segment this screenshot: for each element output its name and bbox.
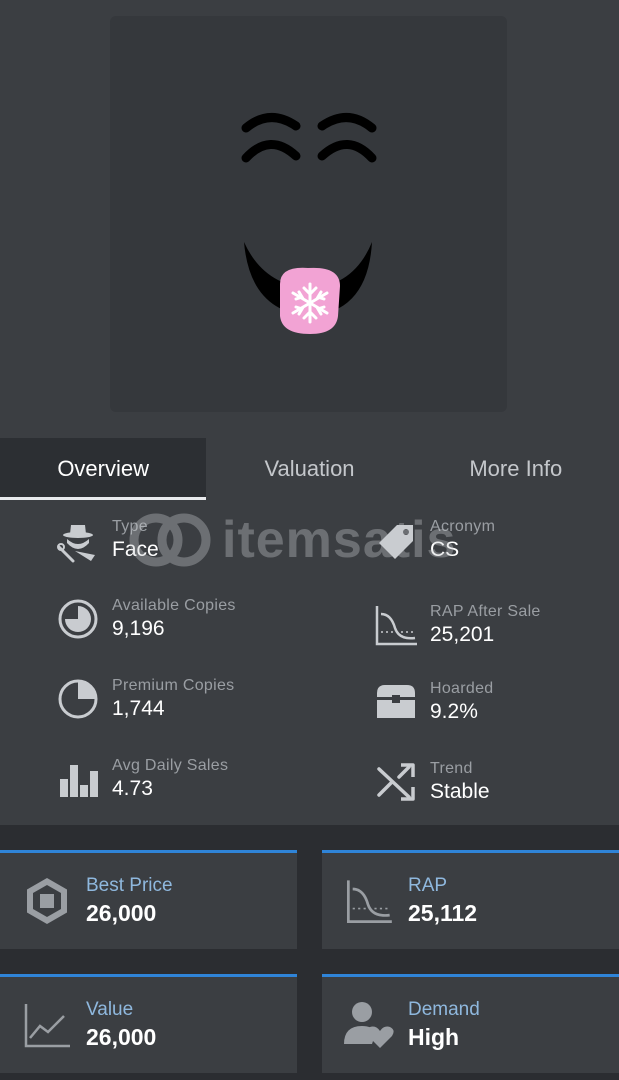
rap-value: 25,112 xyxy=(408,900,478,926)
acronym-label: Acronym xyxy=(430,518,496,535)
card-best-price: Best Price 26,000 xyxy=(0,850,297,949)
premium-copies-value: 1,744 xyxy=(112,697,165,720)
trend-value: Stable xyxy=(430,780,490,803)
stat-avg-daily-sales: Avg Daily Sales 4.73 xyxy=(54,755,228,803)
value-label: Value xyxy=(86,999,134,1020)
item-thumbnail xyxy=(110,16,507,412)
overview-stats: Type Face Acronym CS Available Copies 9,… xyxy=(0,500,619,825)
card-value: Value 26,000 xyxy=(0,974,297,1073)
hoarded-value: 9.2% xyxy=(430,700,478,723)
rap-curve-icon xyxy=(342,874,396,928)
tab-bar: Overview Valuation More Info xyxy=(0,438,619,500)
stat-acronym: Acronym CS xyxy=(372,516,495,564)
demand-value: High xyxy=(408,1024,460,1050)
tab-valuation[interactable]: Valuation xyxy=(206,438,412,500)
trend-label: Trend xyxy=(430,760,473,777)
item-page: Overview Valuation More Info Type Face A… xyxy=(0,0,619,1080)
summary-cards: Best Price 26,000 RAP 25,112 Value 26,00… xyxy=(0,825,619,1080)
tag-icon xyxy=(372,516,420,564)
pie-chart-icon xyxy=(54,595,102,643)
line-graph-icon xyxy=(20,998,74,1052)
stat-type: Type Face xyxy=(54,516,159,564)
robux-icon xyxy=(20,874,74,928)
rap-after-sale-label: RAP After Sale xyxy=(430,603,541,620)
best-price-value: 26,000 xyxy=(86,900,157,926)
user-heart-icon xyxy=(342,998,396,1052)
value-value: 26,000 xyxy=(86,1024,157,1050)
tab-more-info[interactable]: More Info xyxy=(413,438,619,500)
type-value: Face xyxy=(112,538,159,561)
bar-chart-icon xyxy=(54,755,102,803)
avg-daily-sales-label: Avg Daily Sales xyxy=(112,757,229,774)
shuffle-icon xyxy=(372,758,420,806)
rap-curve-icon xyxy=(372,601,420,649)
stat-hoarded: Hoarded 9.2% xyxy=(372,678,493,726)
stat-rap-after-sale: RAP After Sale 25,201 xyxy=(372,601,541,649)
card-demand: Demand High xyxy=(322,974,619,1073)
demand-label: Demand xyxy=(408,999,480,1020)
stat-trend: Trend Stable xyxy=(372,758,490,806)
hoarded-label: Hoarded xyxy=(430,680,494,697)
avg-daily-sales-value: 4.73 xyxy=(112,777,153,800)
tab-overview[interactable]: Overview xyxy=(0,438,207,500)
chest-icon xyxy=(372,678,420,726)
detective-icon xyxy=(54,516,102,564)
stat-available-copies: Available Copies 9,196 xyxy=(54,595,236,643)
premium-copies-label: Premium Copies xyxy=(112,677,235,694)
available-copies-label: Available Copies xyxy=(112,597,236,614)
best-price-label: Best Price xyxy=(86,875,173,896)
available-copies-value: 9,196 xyxy=(112,617,165,640)
type-label: Type xyxy=(112,518,148,535)
rap-label: RAP xyxy=(408,875,448,896)
rap-after-sale-value: 25,201 xyxy=(430,623,495,646)
face-artwork xyxy=(241,113,377,334)
stat-premium-copies: Premium Copies 1,744 xyxy=(54,675,234,723)
acronym-value: CS xyxy=(430,538,460,561)
pie-outline-icon xyxy=(54,675,102,723)
card-rap: RAP 25,112 xyxy=(322,850,619,949)
